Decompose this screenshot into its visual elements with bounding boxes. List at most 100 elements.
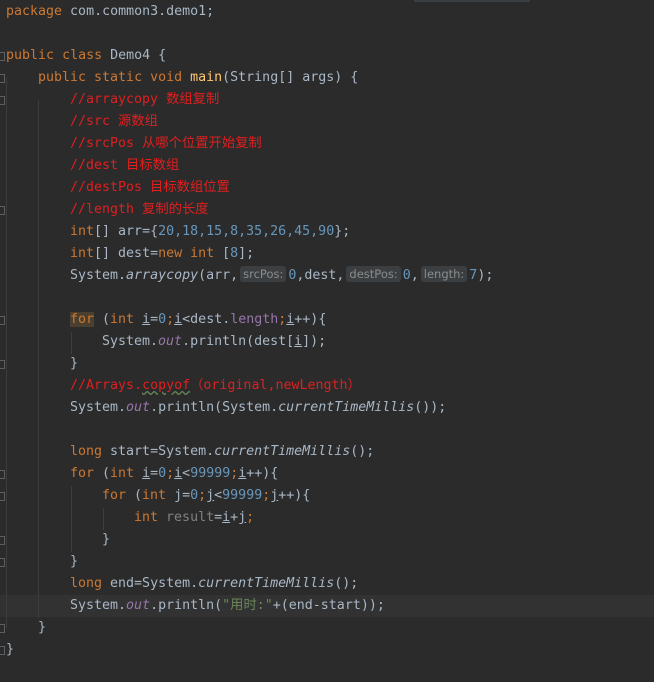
number-literal: 0	[158, 466, 167, 481]
fold-marker-icon[interactable]	[0, 316, 5, 325]
keyword: for	[70, 466, 95, 481]
keyword: class	[62, 48, 103, 63]
number-literal: 8	[230, 246, 239, 261]
code-text: =	[150, 312, 159, 327]
code-text: copyof	[142, 378, 191, 393]
loop-variable: i	[174, 466, 183, 481]
keyword: for	[102, 488, 127, 503]
indent-guide	[38, 100, 39, 618]
code-text: ];	[238, 246, 255, 261]
code-line-println-time[interactable]: System.out.println(System.currentTimeMil…	[70, 397, 446, 419]
number-literal: 99999	[222, 488, 263, 503]
code-line-main-method[interactable]: public static void main(String[] args) {	[38, 67, 358, 89]
code-text: ;	[246, 510, 255, 525]
code-comment-line[interactable]: //srcPos 从哪个位置开始复制	[70, 133, 262, 155]
code-line-arr-declaration[interactable]: int[] arr={20,18,15,8,35,26,45,90};	[70, 221, 350, 243]
code-text: ++){	[246, 466, 279, 481]
parameter-hint: length:	[420, 266, 468, 282]
code-text: System.	[70, 400, 127, 415]
keyword: for	[70, 312, 95, 327]
code-line-package[interactable]: package com.common3.demo1;	[6, 1, 214, 23]
code-line-println-elapsed[interactable]: System.out.println("用时:"+(end-start));	[70, 595, 385, 617]
code-text: [	[214, 246, 231, 261]
fold-marker-icon[interactable]	[0, 492, 5, 501]
code-line-closing-brace[interactable]: }	[102, 529, 110, 551]
loop-variable: i	[174, 312, 183, 327]
code-line-println-dest[interactable]: System.out.println(dest[i]);	[102, 331, 326, 353]
code-line-closing-brace[interactable]: }	[6, 639, 14, 661]
keyword: public	[6, 48, 55, 63]
fold-marker-icon[interactable]	[0, 360, 5, 369]
field-reference: out	[126, 598, 151, 613]
fold-marker-icon[interactable]	[0, 558, 5, 567]
fold-marker-icon[interactable]	[0, 470, 5, 479]
code-comment-line[interactable]: //Arrays.copyof（original,newLength）	[70, 375, 361, 397]
code-text: +	[230, 510, 239, 525]
code-text: //Arrays.	[70, 378, 143, 393]
number-literal: 20,18,15,8,35,26,45,90	[158, 224, 335, 239]
code-text: ;	[166, 312, 175, 327]
fold-marker-icon[interactable]	[0, 52, 5, 61]
static-method: currentTimeMillis	[198, 576, 335, 591]
code-editor[interactable]: package com.common3.demo1; public class …	[0, 0, 654, 682]
static-method: currentTimeMillis	[278, 400, 415, 415]
code-text: ,dest,	[296, 268, 345, 283]
code-text: [] dest=	[94, 246, 159, 261]
code-line-arraycopy-call[interactable]: System.arraycopy(arr, srcPos: 0 ,dest, destP…	[70, 265, 493, 287]
keyword: int	[134, 510, 159, 525]
code-line-end-time[interactable]: long end=System.currentTimeMillis();	[70, 573, 358, 595]
loop-variable: i	[142, 466, 151, 481]
code-line-start-time[interactable]: long start=System.currentTimeMillis();	[70, 441, 374, 463]
loop-variable: j	[238, 510, 247, 525]
code-line-inner-for[interactable]: for (int j=0;j<99999;j++){	[102, 485, 310, 507]
number-literal: 0	[190, 488, 199, 503]
indent-guide	[103, 508, 104, 530]
code-line-outer-for[interactable]: for (int i=0;i<99999;i++){	[70, 463, 278, 485]
fold-marker-icon[interactable]	[0, 624, 5, 633]
code-text: ++){	[278, 488, 311, 503]
code-text: ++){	[294, 312, 327, 327]
code-comment-line[interactable]: //destPos 目标数组位置	[70, 177, 230, 199]
keyword: int	[70, 246, 95, 261]
fold-marker-icon[interactable]	[0, 536, 5, 545]
loop-variable: i	[222, 510, 231, 525]
code-text: j=	[166, 488, 191, 503]
code-text: System.	[70, 268, 127, 283]
code-text: ());	[414, 400, 447, 415]
code-comment-line[interactable]: //dest 目标数组	[70, 155, 179, 177]
code-line-closing-brace[interactable]: }	[70, 353, 78, 375]
code-line-dest-declaration[interactable]: int[] dest=new int [8];	[70, 243, 254, 265]
static-method: currentTimeMillis	[214, 444, 351, 459]
code-comment-line[interactable]: //src 源数组	[70, 111, 158, 133]
method-name: main	[190, 70, 223, 85]
code-text: (	[94, 312, 111, 327]
code-text: =	[214, 510, 223, 525]
field-reference: length	[230, 312, 279, 327]
code-line-closing-brace[interactable]: }	[38, 617, 46, 639]
code-text: (	[126, 488, 143, 503]
loop-variable: j	[206, 488, 215, 503]
code-text: ;	[166, 466, 175, 481]
code-line-closing-brace[interactable]: }	[70, 551, 78, 573]
indent-guide	[71, 486, 72, 552]
fold-marker-icon[interactable]	[0, 74, 5, 83]
code-text: ,	[410, 268, 419, 283]
code-line-class-declaration[interactable]: public class Demo4 {	[6, 45, 166, 67]
fold-marker-icon[interactable]	[0, 646, 5, 655]
parameter-hint: destPos:	[346, 266, 401, 282]
fold-marker-icon[interactable]	[0, 206, 5, 215]
code-comment-line[interactable]: //arraycopy 数组复制	[70, 89, 219, 111]
keyword: int	[110, 466, 135, 481]
code-text: .println(System.	[150, 400, 279, 415]
code-line-for-loop[interactable]: for (int i=0;i<dest.length;i++){	[70, 309, 326, 331]
code-text: (arr,	[198, 268, 239, 283]
code-text: (	[94, 466, 111, 481]
code-text: ]);	[302, 334, 327, 349]
code-text: [] arr={	[94, 224, 159, 239]
code-line-result[interactable]: int result=i+j;	[134, 507, 254, 529]
code-comment-line[interactable]: //length 复制的长度	[70, 199, 209, 221]
code-text: <dest.	[182, 312, 231, 327]
string-literal: "用时:"	[222, 598, 273, 613]
unused-variable: result	[166, 510, 215, 525]
fold-marker-icon[interactable]	[0, 96, 5, 105]
